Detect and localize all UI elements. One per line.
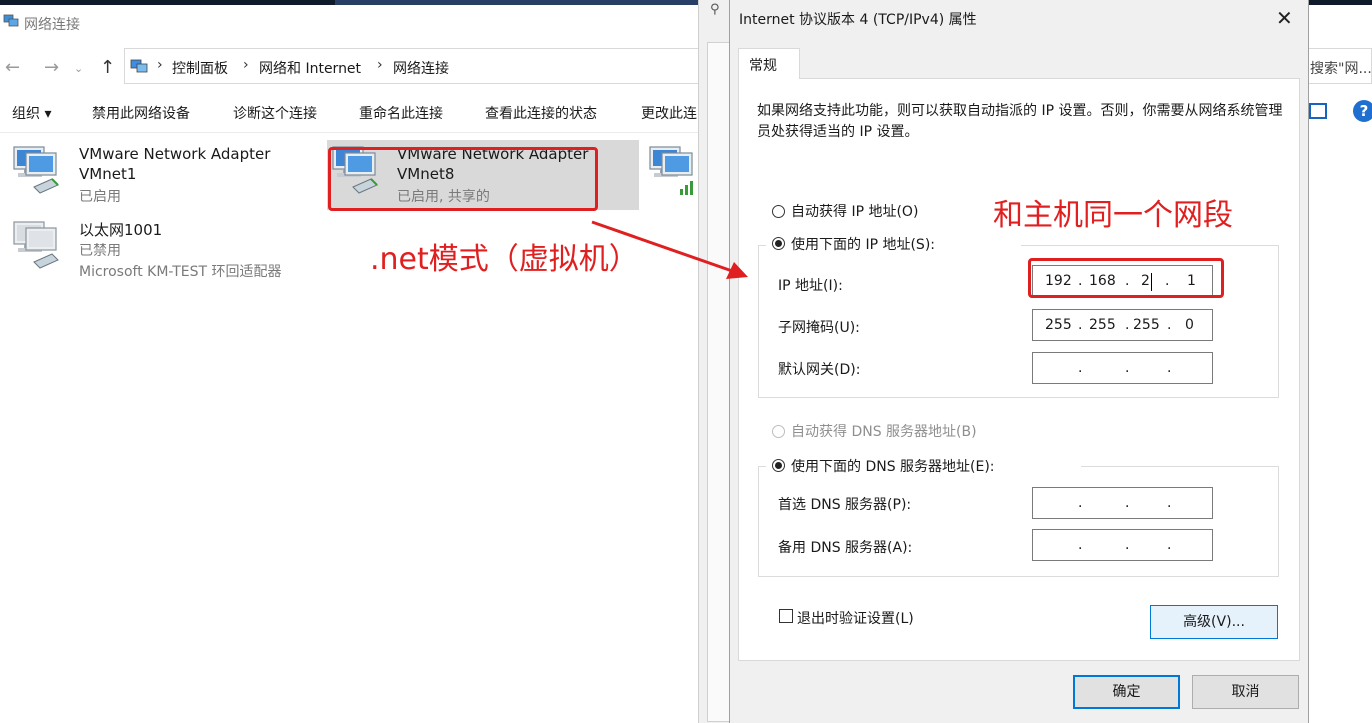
radio-manual-dns[interactable]	[772, 459, 785, 472]
window-title: 网络连接	[24, 17, 80, 33]
subnet-mask-label: 子网掩码(U):	[778, 320, 860, 336]
item-status: 已启用	[79, 189, 121, 205]
item-name[interactable]: 以太网1001	[79, 219, 162, 240]
item-device: Microsoft KM-TEST 环回适配器	[79, 264, 282, 280]
radio-auto-ip[interactable]	[772, 205, 785, 218]
breadcrumb-sep-icon: ›	[243, 57, 249, 73]
network-adapter-icon	[13, 221, 59, 269]
network-connections-icon	[3, 14, 19, 27]
help-icon[interactable]: ?	[1353, 100, 1372, 122]
tab-general[interactable]: 常规	[738, 48, 800, 79]
breadcrumb-network-connections[interactable]: 网络连接	[393, 58, 449, 78]
radio-manual-ip-label[interactable]: 使用下面的 IP 地址(S):	[791, 234, 935, 254]
gateway-label: 默认网关(D):	[778, 362, 861, 378]
validate-checkbox[interactable]	[779, 609, 793, 623]
control-panel-icon	[130, 59, 148, 73]
search-input[interactable]: 搜索"网...	[1310, 58, 1372, 78]
ip-address-label: IP 地址(I):	[778, 278, 843, 294]
subnet-mask-input[interactable]: 255 . 255 . 255 . 0	[1032, 309, 1213, 341]
close-icon[interactable]: ✕	[1276, 6, 1293, 30]
breadcrumb-sep-icon: ›	[377, 57, 383, 73]
item-name[interactable]: VMware Network Adapter	[79, 145, 270, 163]
recent-chevron-icon[interactable]: ⌄	[74, 62, 83, 75]
annotation-nat-mode: .net模式（虚拟机）	[370, 242, 639, 277]
forward-arrow-icon[interactable]: →	[44, 57, 59, 78]
background-window-icon: ⚲	[710, 2, 720, 17]
breadcrumb-sep-icon: ›	[157, 57, 163, 73]
radio-auto-dns[interactable]	[772, 425, 785, 438]
wireless-adapter-icon	[649, 146, 693, 195]
toolbar-organize[interactable]: 组织 ▾	[12, 103, 51, 123]
toolbar-change-settings[interactable]: 更改此连	[641, 103, 697, 123]
gateway-input[interactable]: . . .	[1032, 352, 1213, 384]
back-arrow-icon[interactable]: ←	[5, 57, 20, 78]
advanced-button[interactable]: 高级(V)...	[1150, 605, 1278, 639]
preferred-dns-input[interactable]: . . .	[1032, 487, 1213, 519]
breadcrumb-control-panel[interactable]: 控制面板	[172, 58, 228, 78]
preferred-dns-label: 首选 DNS 服务器(P):	[778, 497, 912, 513]
annotation-same-subnet: 和主机同一个网段	[993, 198, 1233, 233]
cancel-button[interactable]: 取消	[1192, 675, 1299, 709]
highlight-box-ip	[1028, 258, 1224, 298]
toolbar-rename[interactable]: 重命名此连接	[359, 103, 443, 123]
radio-manual-ip[interactable]	[772, 237, 785, 250]
toolbar-diagnose[interactable]: 诊断这个连接	[233, 103, 317, 123]
ok-button[interactable]: 确定	[1073, 675, 1180, 709]
toolbar-disable-device[interactable]: 禁用此网络设备	[92, 103, 190, 123]
toolbar-view-status[interactable]: 查看此连接的状态	[485, 103, 597, 123]
dialog-title: Internet 协议版本 4 (TCP/IPv4) 属性	[739, 12, 977, 28]
breadcrumb-network-internet[interactable]: 网络和 Internet	[259, 58, 361, 78]
radio-manual-dns-label[interactable]: 使用下面的 DNS 服务器地址(E):	[791, 456, 995, 476]
dialog-description: 如果网络支持此功能，则可以获取自动指派的 IP 设置。否则，你需要从网络系统管理…	[757, 103, 1283, 140]
validate-checkbox-label[interactable]: 退出时验证设置(L)	[797, 608, 914, 628]
alternate-dns-input[interactable]: . . .	[1032, 529, 1213, 561]
alternate-dns-label: 备用 DNS 服务器(A):	[778, 540, 913, 556]
radio-auto-dns-label[interactable]: 自动获得 DNS 服务器地址(B)	[791, 421, 977, 441]
up-arrow-icon[interactable]: ↑	[100, 57, 115, 78]
item-name-line2[interactable]: VMnet1	[79, 165, 136, 183]
toolbar-divider	[0, 132, 700, 133]
radio-auto-ip-label[interactable]: 自动获得 IP 地址(O)	[791, 201, 918, 221]
highlight-box-vmnet8	[328, 147, 598, 211]
preview-pane-icon[interactable]	[1309, 103, 1327, 119]
network-adapter-icon	[13, 146, 59, 194]
item-status: 已禁用	[79, 243, 121, 259]
